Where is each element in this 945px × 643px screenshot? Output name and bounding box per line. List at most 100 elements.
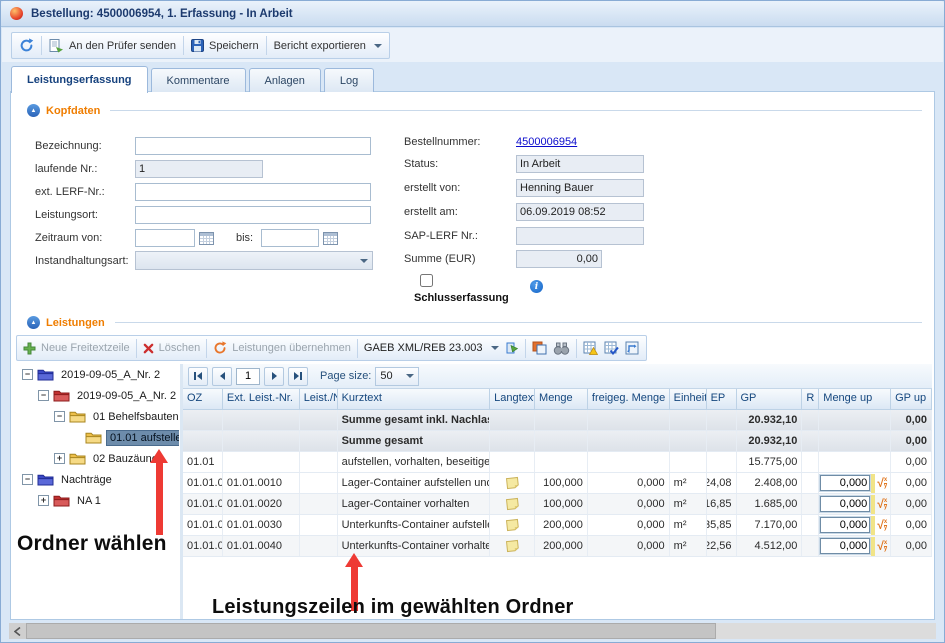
horizontal-scrollbar[interactable] <box>9 623 936 639</box>
column-header-menge-up[interactable]: Menge up <box>819 389 891 409</box>
table-row-summary[interactable]: Summe gesamt20.932,100,00 <box>183 431 932 452</box>
send-to-reviewer-button[interactable]: An den Prüfer senden <box>49 39 176 53</box>
page-number-input[interactable] <box>236 368 260 385</box>
expand-expander-icon[interactable]: + <box>54 453 65 464</box>
neue-freitextzeile-button[interactable]: Neue Freitextzeile <box>23 342 130 355</box>
zeitraum-bis-field[interactable] <box>261 229 319 247</box>
ext-lerf-nr-field[interactable] <box>135 183 371 201</box>
scrollbar-thumb[interactable] <box>26 623 716 639</box>
previous-page-button[interactable] <box>212 367 232 386</box>
formula-icon[interactable]: √xy <box>877 477 887 489</box>
next-page-button[interactable] <box>264 367 284 386</box>
binoculars-search-icon[interactable] <box>553 342 570 355</box>
column-header-einheit[interactable]: Einheit <box>670 389 707 409</box>
cell-langtext <box>490 431 535 451</box>
formula-icon[interactable]: √xy <box>877 498 887 510</box>
table-row-item[interactable]: 01.01.001.01.0030Unterkunfts-Container a… <box>183 515 932 536</box>
import-icon[interactable] <box>505 341 519 355</box>
langtext-note-icon[interactable] <box>506 519 519 531</box>
tab-kommentare[interactable]: Kommentare <box>151 68 246 92</box>
cell-r <box>802 452 819 472</box>
tree-node[interactable]: − 2019-09-05_A_Nr. 2 <box>16 385 179 406</box>
loeschen-button[interactable]: Löschen <box>143 342 201 354</box>
calendar-icon[interactable] <box>323 231 338 245</box>
table-warning-icon[interactable] <box>583 341 598 355</box>
tree-node-label[interactable]: 01 Behelfsbauten <box>90 410 179 424</box>
kopfdaten-section-title: Kopfdaten <box>46 105 100 117</box>
collapse-section-icon[interactable]: ▲ <box>27 104 40 117</box>
refresh-icon[interactable] <box>19 38 34 53</box>
menge-up-input[interactable] <box>820 517 870 533</box>
page-size-select[interactable]: 50 <box>375 367 419 386</box>
column-header-menge[interactable]: Menge <box>535 389 588 409</box>
column-header-freigeg-menge[interactable]: freigeg. Menge <box>588 389 670 409</box>
column-header-oz[interactable]: OZ <box>183 389 223 409</box>
tab-log[interactable]: Log <box>324 68 374 92</box>
table-row-item[interactable]: 01.01.001.01.0040Unterkunfts-Container v… <box>183 536 932 557</box>
save-button[interactable]: Speichern <box>191 39 259 52</box>
zeitraum-von-field[interactable] <box>135 229 195 247</box>
cell-menge <box>535 452 588 472</box>
langtext-note-icon[interactable] <box>506 540 519 552</box>
chevron-down-icon <box>374 44 382 48</box>
leistungen-uebernehmen-button[interactable]: Leistungen übernehmen <box>213 341 351 355</box>
column-header-r[interactable]: R <box>802 389 819 409</box>
table-row-group[interactable]: 01.01aufstellen, vorhalten, beseitigen15… <box>183 452 932 473</box>
gaeb-format-dropdown[interactable]: GAEB XML/REB 23.003 <box>364 342 499 354</box>
collapse-expander-icon[interactable]: − <box>38 390 49 401</box>
tree-node-label[interactable]: 2019-09-05_A_Nr. 2 <box>74 389 179 403</box>
scroll-left-arrow-icon[interactable] <box>9 623 26 639</box>
tree-node[interactable]: − 2019-09-05_A_Nr. 2 <box>16 364 179 385</box>
bezeichnung-field[interactable] <box>135 137 371 155</box>
calendar-icon[interactable] <box>199 231 214 245</box>
collapse-expander-icon[interactable]: − <box>22 474 33 485</box>
tree-node-label[interactable]: 01.01 aufstellen, v <box>106 430 179 446</box>
column-header-kurztext[interactable]: Kurztext <box>338 389 491 409</box>
table-check-icon[interactable] <box>604 341 619 355</box>
column-header-leist-n[interactable]: Leist./N <box>300 389 338 409</box>
cell-langtext <box>490 410 535 430</box>
collapse-expander-icon[interactable]: − <box>54 411 65 422</box>
cell-oz: 01.01.0 <box>183 515 223 535</box>
column-header-langtext[interactable]: Langtext <box>490 389 535 409</box>
bestellnummer-link[interactable]: 4500006954 <box>516 136 577 148</box>
column-header-gp[interactable]: GP <box>737 389 803 409</box>
tree-node-label[interactable]: 2019-09-05_A_Nr. 2 <box>58 368 163 382</box>
langtext-note-icon[interactable] <box>506 477 519 489</box>
table-row-item[interactable]: 01.01.001.01.0020Lager-Container vorhalt… <box>183 494 932 515</box>
langtext-note-icon[interactable] <box>506 498 519 510</box>
formula-icon[interactable]: √xy <box>877 540 887 552</box>
tab-anlagen[interactable]: Anlagen <box>249 68 321 92</box>
menge-up-input[interactable] <box>820 475 870 491</box>
tab-leistungserfassung[interactable]: Leistungserfassung <box>11 66 148 93</box>
tree-node-label[interactable]: NA 1 <box>74 494 104 508</box>
column-header-ext-leist-nr-[interactable]: Ext. Leist.-Nr. <box>223 389 300 409</box>
column-header-ep[interactable]: EP <box>707 389 737 409</box>
tree-node[interactable]: − 01 Behelfsbauten <box>16 406 179 427</box>
cell-gp: 7.170,00 <box>737 515 803 535</box>
last-page-button[interactable] <box>288 367 308 386</box>
grid-header: OZExt. Leist.-Nr.Leist./NKurztextLangtex… <box>183 389 932 410</box>
cell-ext-leist-nr <box>223 410 300 430</box>
collapse-section-icon[interactable]: ▲ <box>27 316 40 329</box>
leistungsort-label: Leistungsort: <box>35 209 135 221</box>
menge-up-input[interactable] <box>820 538 870 554</box>
collapse-expander-icon[interactable]: − <box>22 369 33 380</box>
first-page-button[interactable] <box>188 367 208 386</box>
table-row-summary[interactable]: Summe gesamt inkl. Nachlass20.932,100,00 <box>183 410 932 431</box>
schlusserfassung-checkbox[interactable] <box>420 274 433 287</box>
instandhaltungsart-select[interactable] <box>135 251 373 270</box>
menge-up-input[interactable] <box>820 496 870 512</box>
tree-node[interactable]: 01.01 aufstellen, v <box>16 427 179 448</box>
column-header-gp-up[interactable]: GP up <box>891 389 932 409</box>
info-icon[interactable]: i <box>530 280 543 293</box>
expand-expander-icon[interactable]: + <box>38 495 49 506</box>
chevron-down-icon <box>406 374 414 378</box>
leistungsort-field[interactable] <box>135 206 371 224</box>
formula-icon[interactable]: √xy <box>877 519 887 531</box>
table-expand-icon[interactable] <box>625 341 640 355</box>
table-row-item[interactable]: 01.01.001.01.0010Lager-Container aufstel… <box>183 473 932 494</box>
copy-icon[interactable] <box>532 341 547 355</box>
export-report-button[interactable]: Bericht exportieren <box>274 40 382 52</box>
tree-node-label[interactable]: Nachträge <box>58 473 115 487</box>
